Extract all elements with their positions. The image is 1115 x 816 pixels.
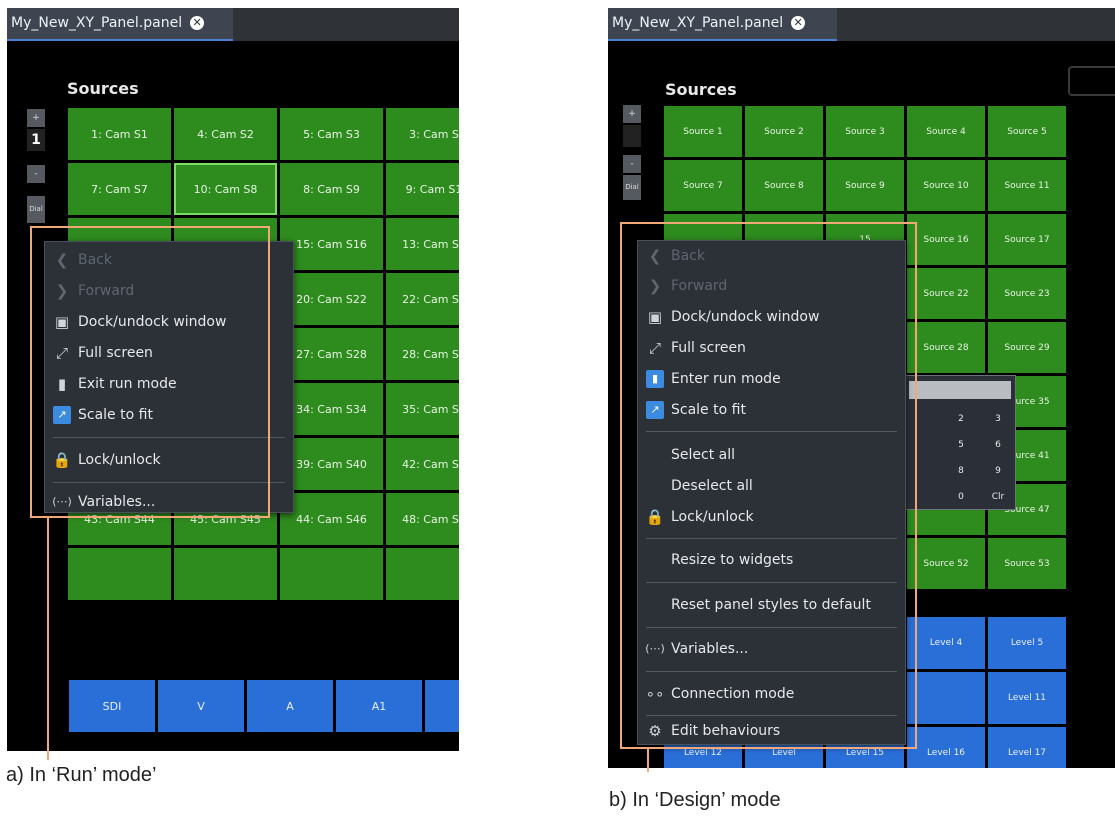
- keypad-key[interactable]: 0: [944, 485, 978, 508]
- source-button[interactable]: Source 5: [988, 106, 1066, 157]
- keypad-key[interactable]: 3: [981, 407, 1015, 430]
- source-button[interactable]: 44: Cam S46: [280, 493, 383, 545]
- source-button[interactable]: Source 3: [826, 106, 904, 157]
- close-icon[interactable]: ✕: [190, 16, 205, 30]
- stepper-minus-button[interactable]: -: [27, 165, 45, 183]
- stepper-value: [623, 125, 641, 147]
- source-button[interactable]: 1: Cam S1: [68, 108, 171, 160]
- stepper-value: 1: [27, 129, 45, 151]
- source-button[interactable]: 15: Cam S16: [280, 218, 383, 270]
- source-button[interactable]: Source 1: [664, 106, 742, 157]
- sources-title: Sources: [67, 79, 139, 98]
- level-button[interactable]: Level 5: [988, 617, 1066, 669]
- level-button[interactable]: Level 11: [988, 672, 1066, 724]
- source-button[interactable]: 10: Cam S8: [174, 163, 277, 215]
- levels-grid: SDI V A A1: [69, 680, 459, 732]
- keypad-keys: 2 3 5 6 8 9 0 Clr: [907, 407, 1015, 508]
- level-button[interactable]: Level 16: [907, 727, 985, 768]
- callout-leader-run: [47, 518, 49, 760]
- source-button[interactable]: Source 22: [907, 268, 985, 319]
- source-button[interactable]: Source 11: [988, 160, 1066, 211]
- caption-run-mode: a) In ‘Run’ mode’: [6, 764, 157, 786]
- source-button[interactable]: [174, 548, 277, 600]
- source-button[interactable]: Source 52: [907, 538, 985, 589]
- source-button[interactable]: 5: Cam S3: [280, 108, 383, 160]
- source-button[interactable]: Source 9: [826, 160, 904, 211]
- widget-outline: [1068, 66, 1115, 96]
- level-button[interactable]: [425, 680, 459, 732]
- stepper-plus-button[interactable]: +: [623, 105, 641, 123]
- source-button[interactable]: 27: Cam S28: [280, 328, 383, 380]
- level-button[interactable]: V: [158, 680, 244, 732]
- source-button[interactable]: Source 10: [907, 160, 985, 211]
- source-button[interactable]: 7: Cam S7: [68, 163, 171, 215]
- source-button[interactable]: 48: Cam S48: [386, 493, 459, 545]
- source-button[interactable]: Source 16: [907, 214, 985, 265]
- keypad-display: [909, 381, 1011, 399]
- sources-title: Sources: [665, 80, 737, 99]
- level-button[interactable]: Level 4: [907, 617, 985, 669]
- source-button[interactable]: [386, 548, 459, 600]
- stepper-minus-button[interactable]: -: [623, 155, 641, 173]
- tab-panel-file[interactable]: My_New_XY_Panel.panel ✕: [608, 8, 837, 41]
- source-button[interactable]: Source 28: [907, 322, 985, 373]
- dial-button[interactable]: Dial: [623, 175, 641, 200]
- level-button[interactable]: SDI: [69, 680, 155, 732]
- source-button[interactable]: Source 4: [907, 106, 985, 157]
- level-button[interactable]: A: [247, 680, 333, 732]
- dial-button[interactable]: Dial: [27, 196, 45, 223]
- source-button[interactable]: 42: Cam S43: [386, 438, 459, 490]
- source-button[interactable]: 34: Cam S34: [280, 383, 383, 435]
- source-button[interactable]: [68, 548, 171, 600]
- source-button[interactable]: Source 17: [988, 214, 1066, 265]
- keypad-key[interactable]: 2: [944, 407, 978, 430]
- source-button[interactable]: 39: Cam S40: [280, 438, 383, 490]
- source-button[interactable]: 9: Cam S10: [386, 163, 459, 215]
- keypad-key[interactable]: 9: [981, 459, 1015, 482]
- stepper-plus-button[interactable]: +: [27, 109, 45, 127]
- source-button[interactable]: Source 7: [664, 160, 742, 211]
- caption-design-mode: b) In ‘Design’ mode: [609, 789, 781, 811]
- source-button[interactable]: 3: Cam S4: [386, 108, 459, 160]
- source-button[interactable]: Source 8: [745, 160, 823, 211]
- callout-leader-design: [647, 749, 649, 772]
- close-icon[interactable]: ✕: [791, 16, 806, 30]
- tab-title: My_New_XY_Panel.panel: [11, 15, 183, 31]
- tab-bar: My_New_XY_Panel.panel ✕: [608, 8, 1115, 41]
- source-button[interactable]: 35: Cam S35: [386, 383, 459, 435]
- keypad-key[interactable]: 8: [944, 459, 978, 482]
- tab-bar: My_New_XY_Panel.panel ✕: [7, 8, 459, 41]
- level-button[interactable]: [907, 672, 985, 724]
- source-button[interactable]: 8: Cam S9: [280, 163, 383, 215]
- level-button[interactable]: A1: [336, 680, 422, 732]
- source-button[interactable]: Source 2: [745, 106, 823, 157]
- source-button[interactable]: 13: Cam S14: [386, 218, 459, 270]
- source-button[interactable]: Source 23: [988, 268, 1066, 319]
- keypad-key[interactable]: Clr: [981, 485, 1015, 508]
- source-button[interactable]: Source 53: [988, 538, 1066, 589]
- keypad-key[interactable]: 6: [981, 433, 1015, 456]
- callout-box-run: [30, 226, 270, 518]
- source-button[interactable]: 28: Cam S29: [386, 328, 459, 380]
- keypad-key[interactable]: 5: [944, 433, 978, 456]
- source-button[interactable]: Source 29: [988, 322, 1066, 373]
- source-button[interactable]: [280, 548, 383, 600]
- source-button[interactable]: 20: Cam S22: [280, 273, 383, 325]
- tab-panel-file[interactable]: My_New_XY_Panel.panel ✕: [7, 8, 233, 41]
- callout-box-design: [620, 222, 917, 749]
- level-button[interactable]: Level 17: [988, 727, 1066, 768]
- tab-title: My_New_XY_Panel.panel: [612, 15, 784, 31]
- numeric-keypad: 2 3 5 6 8 9 0 Clr: [902, 375, 1016, 510]
- source-button[interactable]: 4: Cam S2: [174, 108, 277, 160]
- source-button[interactable]: 22: Cam S23: [386, 273, 459, 325]
